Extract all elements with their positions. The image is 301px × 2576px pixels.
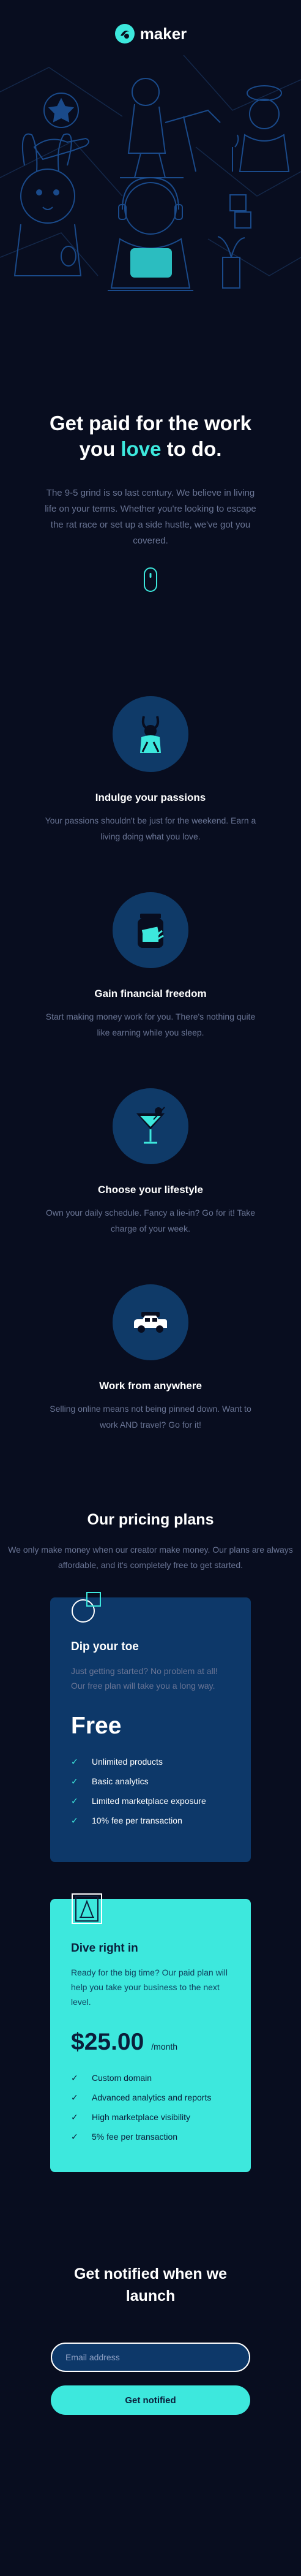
check-icon: ✓ xyxy=(71,2072,78,2083)
bunny-costume-icon xyxy=(13,133,82,276)
bunny-passion-icon xyxy=(140,716,161,753)
feature-text: Your passions shouldn't be just for the … xyxy=(45,816,256,841)
plan-price: $25.00 /month xyxy=(71,2029,230,2056)
plan-description: Ready for the big time? Our paid plan wi… xyxy=(71,1968,228,2007)
person-beret-icon xyxy=(232,85,290,172)
feature-title: Indulge your passions xyxy=(95,792,206,803)
feature-icon-wrap xyxy=(113,892,188,968)
features-section: Indulge your passions Your passions shou… xyxy=(0,696,301,1433)
feature-text: Own your daily schedule. Fancy a lie-in?… xyxy=(45,1208,256,1233)
plan-feature: ✓ Limited marketplace exposure xyxy=(71,1791,230,1811)
check-icon: ✓ xyxy=(71,2131,78,2142)
check-icon: ✓ xyxy=(71,1776,78,1786)
plan-feature: ✓ Advanced analytics and reports xyxy=(71,2088,230,2107)
check-icon: ✓ xyxy=(71,1756,78,1767)
price-value: Free xyxy=(71,1713,122,1739)
plan-feature: ✓ 10% fee per transaction xyxy=(71,1811,230,1830)
get-notified-button[interactable]: Get notified xyxy=(51,2385,250,2415)
plan-features: ✓ Custom domain ✓ Advanced analytics and r… xyxy=(71,2068,230,2146)
plan-feature-label: 10% fee per transaction xyxy=(92,1816,182,1825)
check-icon: ✓ xyxy=(71,1795,78,1806)
feature-item: Indulge your passions Your passions shou… xyxy=(0,696,301,844)
hero-description: The 9-5 grind is so last century. We bel… xyxy=(45,488,256,546)
person-drawing-icon xyxy=(120,78,221,178)
plan-features: ✓ Unlimited products ✓ Basic analytics ✓ Li… xyxy=(71,1752,230,1830)
bubbles-icon xyxy=(72,1592,101,1623)
feature-icon-wrap xyxy=(113,696,188,772)
feature-text: Start making money work for you. There's… xyxy=(45,1012,256,1037)
grid-lines-icon xyxy=(0,55,301,276)
plan-feature-label: Basic analytics xyxy=(92,1776,149,1786)
plan-feature: ✓ Custom domain xyxy=(71,2068,230,2088)
plan-feature-label: 5% fee per transaction xyxy=(92,2132,178,2142)
feature-icon-wrap xyxy=(113,1284,188,1360)
hero-headline: Get paid for the work you love to do. xyxy=(43,411,258,462)
pricing-section: Our pricing plans We only make money whe… xyxy=(0,1511,301,2172)
plan-feature: ✓ 5% fee per transaction xyxy=(71,2127,230,2146)
plan-description: Just getting started? No problem at all!… xyxy=(71,1666,218,1691)
feature-item: Gain financial freedom Start making mone… xyxy=(0,892,301,1040)
check-icon: ✓ xyxy=(71,2092,78,2102)
hero-header: maker xyxy=(0,0,301,306)
intro-section: Get paid for the work you love to do. Th… xyxy=(0,411,301,592)
headline-text-end: to do. xyxy=(161,438,222,460)
notify-section: Get notified when we launch Get notified xyxy=(0,2263,301,2415)
plan-feature-label: Limited marketplace exposure xyxy=(92,1796,206,1806)
feature-title: Work from anywhere xyxy=(99,1380,202,1392)
feature-icon-wrap xyxy=(113,1088,188,1164)
check-icon: ✓ xyxy=(71,2112,78,2122)
plan-feature-label: High marketplace visibility xyxy=(92,2112,191,2122)
hero-illustration xyxy=(0,55,301,291)
brand-name: maker xyxy=(139,24,187,43)
check-icon: ✓ xyxy=(71,1815,78,1825)
plan-feature-label: Unlimited products xyxy=(92,1757,163,1767)
car-travel-icon xyxy=(134,1312,167,1333)
logo[interactable]: maker xyxy=(0,23,301,44)
plan-feature: ✓ Unlimited products xyxy=(71,1752,230,1771)
headline-accent: love xyxy=(121,438,162,460)
plan-price: Free xyxy=(71,1713,230,1740)
mouse-scroll-icon[interactable] xyxy=(144,567,157,592)
plan-feature: ✓ Basic analytics xyxy=(71,1771,230,1791)
feature-item: Work from anywhere Selling online means … xyxy=(0,1284,301,1433)
price-period: /month xyxy=(151,2042,178,2051)
plan-feature-label: Custom domain xyxy=(92,2073,152,2083)
feature-title: Choose your lifestyle xyxy=(98,1184,203,1195)
plan-feature: ✓ High marketplace visibility xyxy=(71,2107,230,2127)
pricing-title: Our pricing plans xyxy=(87,1511,214,1528)
cocktail-icon xyxy=(136,1107,165,1144)
plant-square-icon xyxy=(217,194,251,289)
swimmer-icon xyxy=(72,1893,102,1924)
plan-card-paid: Dive right in Ready for the big time? Ou… xyxy=(50,1893,251,2172)
notify-title: Get notified when we launch xyxy=(73,2265,227,2305)
landing-page: maker Get paid for the work you love to … xyxy=(0,0,301,2576)
maker-logo-icon xyxy=(114,24,135,44)
feature-text: Selling online means not being pinned do… xyxy=(50,1404,251,1430)
money-jar-icon xyxy=(138,914,164,948)
price-value: $25.00 xyxy=(71,2029,144,2055)
feature-title: Gain financial freedom xyxy=(94,988,207,999)
pricing-subtitle: We only make money when our creator make… xyxy=(8,1545,293,1570)
email-input[interactable] xyxy=(51,2343,250,2372)
plan-card-free: Dip your toe Just getting started? No pr… xyxy=(50,1592,251,1862)
feature-item: Choose your lifestyle Own your daily sch… xyxy=(0,1088,301,1237)
plan-feature-label: Advanced analytics and reports xyxy=(92,2093,212,2102)
